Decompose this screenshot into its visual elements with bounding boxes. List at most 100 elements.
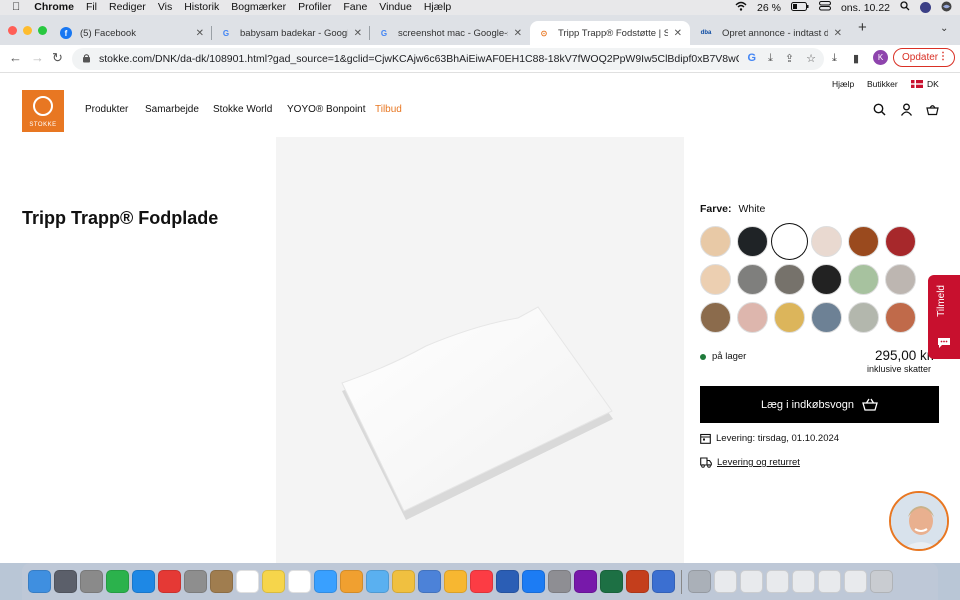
tab-dba[interactable]: dba Opret annonce - indtast din annonce … xyxy=(690,21,850,45)
dock-app-icon[interactable] xyxy=(392,570,415,593)
new-tab-button[interactable]: + xyxy=(858,19,867,36)
color-swatch[interactable] xyxy=(811,226,842,257)
dock-app-icon[interactable] xyxy=(600,570,623,593)
update-button[interactable]: Opdater ⋮ xyxy=(893,48,955,67)
menu-profiler[interactable]: Profiler xyxy=(292,0,337,15)
dock-app-icon[interactable] xyxy=(288,570,311,593)
color-swatch[interactable] xyxy=(885,264,916,295)
reload-button[interactable]: ↻ xyxy=(52,50,63,66)
battery-icon[interactable] xyxy=(790,1,809,14)
control-center-icon[interactable] xyxy=(818,1,831,14)
add-to-cart-button[interactable]: Læg i indkøbsvogn xyxy=(700,386,939,423)
color-swatch[interactable] xyxy=(885,226,916,257)
nav-tilbud[interactable]: Tilbud xyxy=(375,104,402,115)
color-swatch[interactable] xyxy=(811,302,842,333)
color-swatch[interactable] xyxy=(700,226,731,257)
color-swatch[interactable] xyxy=(848,226,879,257)
dock-app-icon[interactable] xyxy=(714,570,737,593)
nav-samarbejde[interactable]: Samarbejde xyxy=(145,104,199,115)
extensions-icon[interactable]: ▮ xyxy=(853,52,859,65)
color-swatch[interactable] xyxy=(774,226,805,257)
newsletter-signup-tab[interactable]: Tilmeld xyxy=(928,275,960,359)
more-menu-icon[interactable]: ⋮ xyxy=(938,51,948,62)
dock-app-icon[interactable] xyxy=(132,570,155,593)
dock-app-icon[interactable] xyxy=(54,570,77,593)
product-image[interactable] xyxy=(276,137,684,563)
search-icon[interactable] xyxy=(873,103,889,119)
color-swatch[interactable] xyxy=(737,226,768,257)
color-swatch[interactable] xyxy=(774,264,805,295)
dock-app-icon[interactable] xyxy=(184,570,207,593)
close-tab-icon[interactable]: ✕ xyxy=(834,28,842,39)
dock-app-icon[interactable] xyxy=(574,570,597,593)
dock-app-icon[interactable] xyxy=(626,570,649,593)
color-swatch[interactable] xyxy=(737,302,768,333)
dock-app-icon[interactable] xyxy=(210,570,233,593)
dock-app-icon[interactable] xyxy=(844,570,867,593)
tab-search-chevron-icon[interactable]: ⌄ xyxy=(940,23,948,34)
dock-app-icon[interactable] xyxy=(652,570,675,593)
color-swatch[interactable] xyxy=(700,264,731,295)
menu-vindue[interactable]: Vindue xyxy=(373,0,418,15)
menubar-clock[interactable]: ons. 10.22 xyxy=(841,2,890,14)
tab-babysam-search[interactable]: G babysam badekar - Google-søgning ✕ xyxy=(212,21,370,45)
stokke-logo[interactable]: STOKKE xyxy=(22,90,64,132)
menu-historik[interactable]: Historik xyxy=(178,0,225,15)
url-text[interactable]: stokke.com/DNK/da-dk/108901.html?gad_sou… xyxy=(99,53,739,65)
bookmark-star-icon[interactable]: ☆ xyxy=(806,52,816,65)
color-swatch[interactable] xyxy=(848,302,879,333)
tab-stokke[interactable]: ⊙ Tripp Trapp® Fodstøtte | Stokke ✕ xyxy=(530,21,690,45)
menu-fil[interactable]: Fil xyxy=(80,0,103,15)
menu-hjaelp[interactable]: Hjælp xyxy=(418,0,457,15)
siri-icon[interactable] xyxy=(941,1,952,15)
dock-app-icon[interactable] xyxy=(314,570,337,593)
menu-vis[interactable]: Vis xyxy=(152,0,178,15)
spotlight-icon[interactable] xyxy=(900,1,910,14)
menu-rediger[interactable]: Rediger xyxy=(103,0,152,15)
dock-app-icon[interactable] xyxy=(158,570,181,593)
chat-agent-avatar[interactable] xyxy=(889,491,949,551)
dock-app-icon[interactable] xyxy=(818,570,841,593)
dock-app-icon[interactable] xyxy=(444,570,467,593)
profile-avatar[interactable]: K xyxy=(873,50,888,65)
nav-produkter[interactable]: Produkter xyxy=(85,104,128,115)
dock-app-icon[interactable] xyxy=(366,570,389,593)
address-bar[interactable]: stokke.com/DNK/da-dk/108901.html?gad_sou… xyxy=(72,48,824,70)
zoom-window-button[interactable] xyxy=(38,26,47,35)
dock-app-icon[interactable] xyxy=(792,570,815,593)
close-tab-icon[interactable]: ✕ xyxy=(674,28,682,39)
menu-bogmaerker[interactable]: Bogmærker xyxy=(225,0,292,15)
menu-app-name[interactable]: Chrome xyxy=(28,0,80,15)
dock-app-icon[interactable] xyxy=(740,570,763,593)
minimize-window-button[interactable] xyxy=(23,26,32,35)
dock-app-icon[interactable] xyxy=(262,570,285,593)
account-icon[interactable] xyxy=(900,103,916,119)
color-swatch[interactable] xyxy=(774,302,805,333)
close-tab-icon[interactable]: ✕ xyxy=(354,28,362,39)
help-link[interactable]: Hjælp xyxy=(832,79,854,89)
dock-app-icon[interactable] xyxy=(766,570,789,593)
dock-app-icon[interactable] xyxy=(688,570,711,593)
color-swatch[interactable] xyxy=(737,264,768,295)
apple-icon[interactable]:  xyxy=(0,0,28,15)
cart-icon[interactable] xyxy=(926,103,942,119)
forward-button[interactable]: → xyxy=(31,50,44,65)
nav-stokke-world[interactable]: Stokke World xyxy=(213,104,272,115)
dock-app-icon[interactable] xyxy=(236,570,259,593)
dock-app-icon[interactable] xyxy=(496,570,519,593)
back-button[interactable]: ← xyxy=(9,50,22,65)
dock-app-icon[interactable] xyxy=(28,570,51,593)
nav-yoyo-bonpoint[interactable]: YOYO® Bonpoint xyxy=(287,104,366,115)
delivery-returns-link[interactable]: Levering og returret xyxy=(700,457,800,468)
color-swatch[interactable] xyxy=(811,264,842,295)
wifi-icon[interactable] xyxy=(735,1,747,14)
dock-app-icon[interactable] xyxy=(340,570,363,593)
dock-app-icon[interactable] xyxy=(870,570,893,593)
country-selector[interactable]: DK xyxy=(911,79,939,89)
dock-app-icon[interactable] xyxy=(548,570,571,593)
share-icon[interactable]: ⇪ xyxy=(785,52,794,65)
tab-facebook[interactable]: f (5) Facebook ✕ xyxy=(52,21,212,45)
stores-link[interactable]: Butikker xyxy=(867,79,898,89)
dock-app-icon[interactable] xyxy=(418,570,441,593)
color-swatch[interactable] xyxy=(848,264,879,295)
